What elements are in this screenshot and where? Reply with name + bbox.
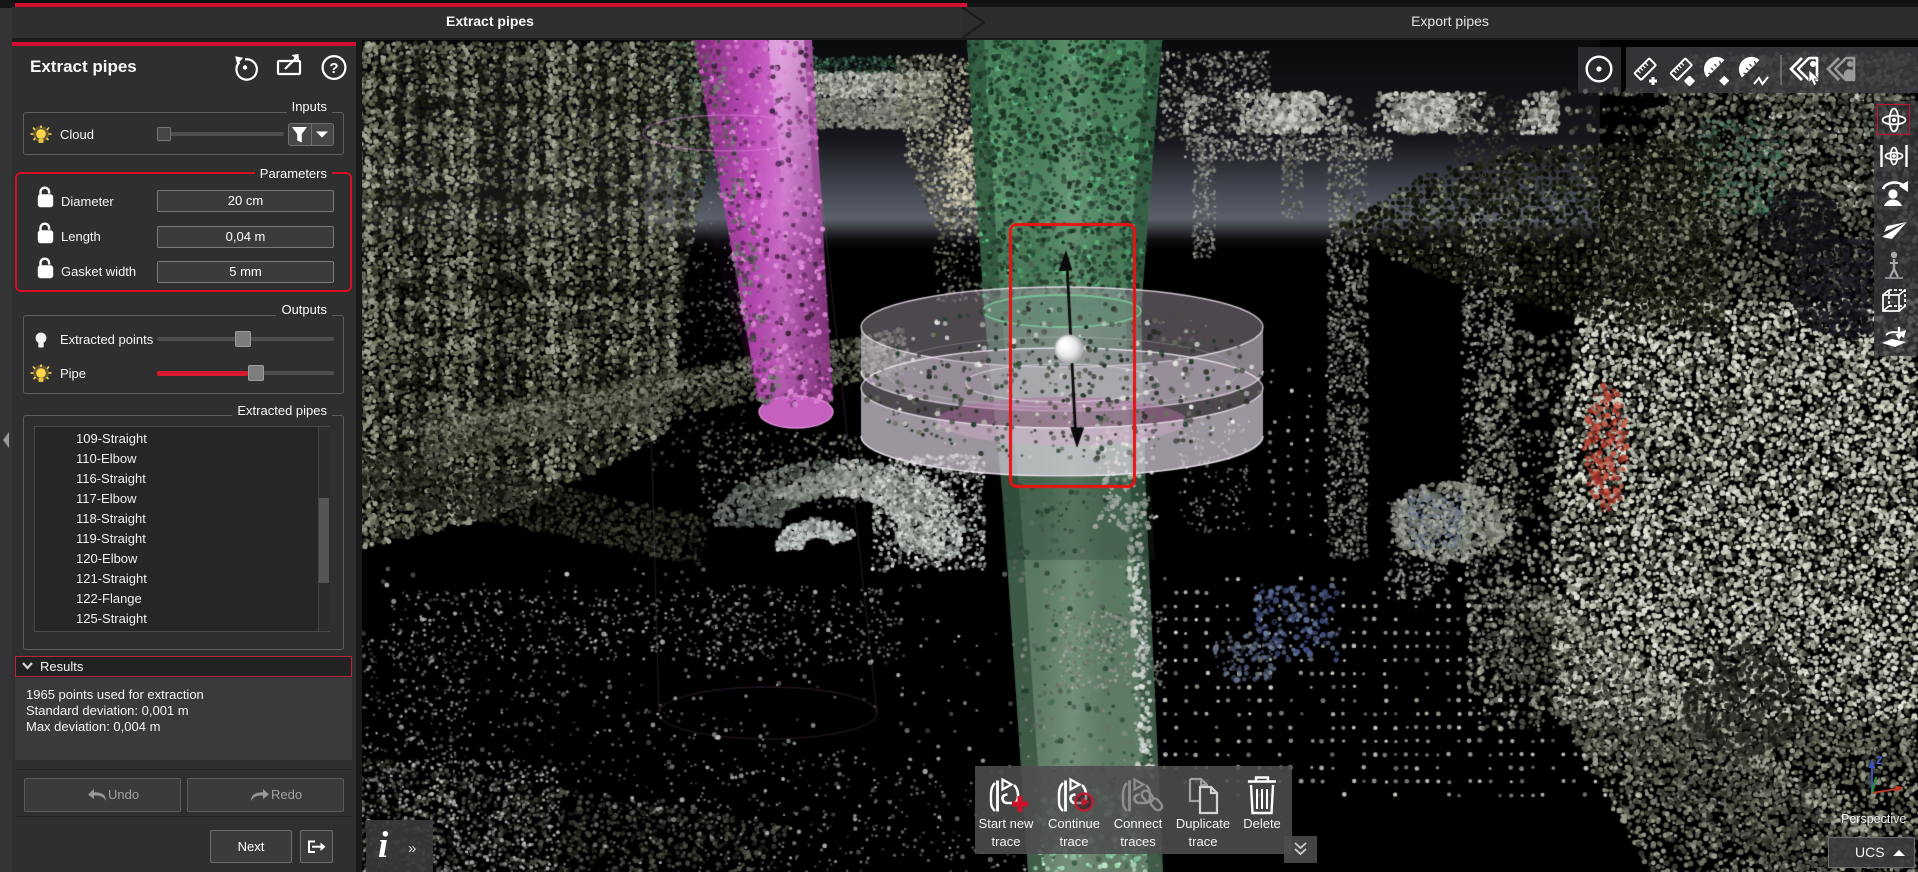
- svg-text:Z: Z: [1876, 755, 1883, 767]
- svg-text:?: ?: [329, 60, 338, 77]
